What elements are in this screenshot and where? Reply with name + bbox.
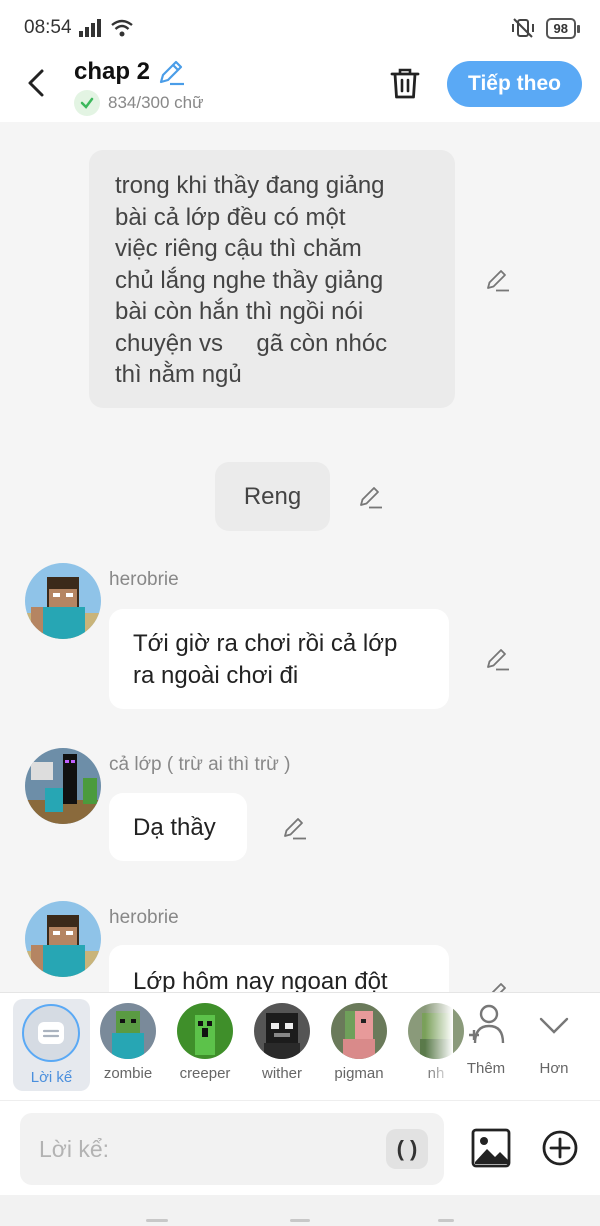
speaker-name: herobrie (109, 569, 179, 590)
narration-line: chuyện vs gã còn nhóc (115, 329, 388, 357)
narration-line: chủ lắng nghe thầy giảng (115, 266, 384, 294)
avatar-herobrine[interactable] (25, 563, 101, 639)
narration-line: bài cả lớp đều có một (115, 203, 346, 231)
clock: 08:54 (24, 17, 72, 38)
nav-home-hint[interactable] (290, 1219, 310, 1222)
edit-pencil-icon[interactable] (282, 815, 308, 841)
speaker-name: herobrie (109, 907, 179, 928)
nav-menu-hint[interactable] (146, 1219, 168, 1222)
character-label: pigman (334, 1065, 384, 1082)
character-selector: Lời kể zombie creeper wither pigman Thêm… (0, 992, 600, 1100)
battery-indicator: 98 (545, 17, 581, 39)
zombie-avatar (100, 1003, 156, 1059)
narration-input[interactable] (20, 1113, 444, 1185)
narration-bubble[interactable]: trong khi thầy đang giảng bài cả lớp đều… (89, 150, 455, 408)
narration-line: bài còn hắn thì ngồi nói (115, 298, 364, 325)
narrator-tab[interactable]: Lời kể (13, 999, 90, 1091)
character-label: wither (261, 1065, 302, 1082)
creeper-avatar (177, 1003, 233, 1059)
expand-label: Hơn (539, 1060, 569, 1077)
status-time-group: 08:54 (24, 17, 134, 39)
message-text: Lớp hôm nay ngoan đột (133, 968, 388, 992)
expand-button[interactable]: Hơn (524, 1003, 584, 1077)
chevron-down-icon (539, 1017, 569, 1034)
narrator-label: Lời kể (30, 1069, 73, 1086)
message-text: Dạ thầy (133, 814, 216, 841)
status-bar: 08:54 98 (0, 0, 600, 56)
speaker-name: cả lớp ( trừ ai thì trừ ) (109, 754, 291, 775)
editor-header: chap 2 834/300 chữ Tiếp theo (0, 56, 600, 122)
input-bar: ( ) (0, 1100, 600, 1195)
message-bubble[interactable]: Dạ thầy (109, 793, 247, 861)
system-navigation-bar (0, 1195, 600, 1226)
chat-area: trong khi thầy đang giảng bài cả lớp đều… (0, 122, 600, 992)
avatar-class[interactable] (25, 748, 101, 824)
pigman-avatar (331, 1003, 387, 1059)
edit-pencil-icon[interactable] (485, 267, 511, 293)
character-label: creeper (179, 1065, 231, 1082)
message-line: ra ngoài chơi đi (133, 661, 299, 689)
status-right-group: 98 (510, 17, 581, 39)
image-icon[interactable] (470, 1127, 512, 1169)
parenthesis-button[interactable]: ( ) (386, 1129, 428, 1169)
message-bubble[interactable]: Lớp hôm nay ngoan đột (109, 945, 449, 992)
narration-text: Reng (243, 482, 302, 510)
nav-back-hint[interactable] (438, 1219, 454, 1222)
narrator-icon (22, 1004, 80, 1062)
add-circle-icon[interactable] (540, 1128, 580, 1168)
signal-icon (78, 19, 101, 37)
title-block: chap 2 834/300 chữ (74, 56, 204, 116)
next-button[interactable]: Tiếp theo (447, 61, 582, 107)
mute-vibrate-icon (511, 18, 534, 38)
edit-pencil-icon[interactable] (485, 980, 511, 992)
character-zombie[interactable]: zombie (95, 1003, 161, 1082)
character-creeper[interactable]: creeper (172, 1003, 238, 1082)
message-bubble[interactable]: Tới giờ ra chơi rồi cả lớp ra ngoài chơi… (109, 609, 449, 709)
edit-title-pencil-icon[interactable] (156, 57, 186, 87)
back-arrow-icon[interactable] (22, 68, 52, 98)
wifi-icon (110, 19, 133, 37)
narration-line: trong khi thầy đang giảng (115, 172, 385, 199)
chapter-title[interactable]: chap 2 (74, 58, 150, 86)
avatar-herobrine[interactable] (25, 901, 101, 977)
character-label: zombie (103, 1065, 153, 1082)
add-character-label: Thêm (466, 1060, 506, 1077)
message-line: Tới giờ ra chơi rồi cả lớp (133, 630, 398, 657)
edit-pencil-icon[interactable] (358, 484, 384, 510)
word-count: 834/300 chữ (108, 93, 204, 112)
narration-bubble[interactable]: Reng (215, 462, 330, 531)
add-character-button[interactable]: Thêm (456, 1003, 516, 1077)
trash-icon[interactable] (388, 66, 422, 100)
scroll-fade (425, 993, 453, 1083)
character-pigman[interactable]: pigman (326, 1003, 392, 1082)
character-wither[interactable]: wither (249, 1003, 315, 1082)
wither-avatar (254, 1003, 310, 1059)
add-person-icon (469, 1004, 505, 1044)
narration-line: việc riêng cậu thì chăm (115, 235, 362, 262)
checkmark-icon (74, 90, 100, 116)
edit-pencil-icon[interactable] (485, 646, 511, 672)
narration-line: thì nằm ngủ (115, 361, 242, 388)
